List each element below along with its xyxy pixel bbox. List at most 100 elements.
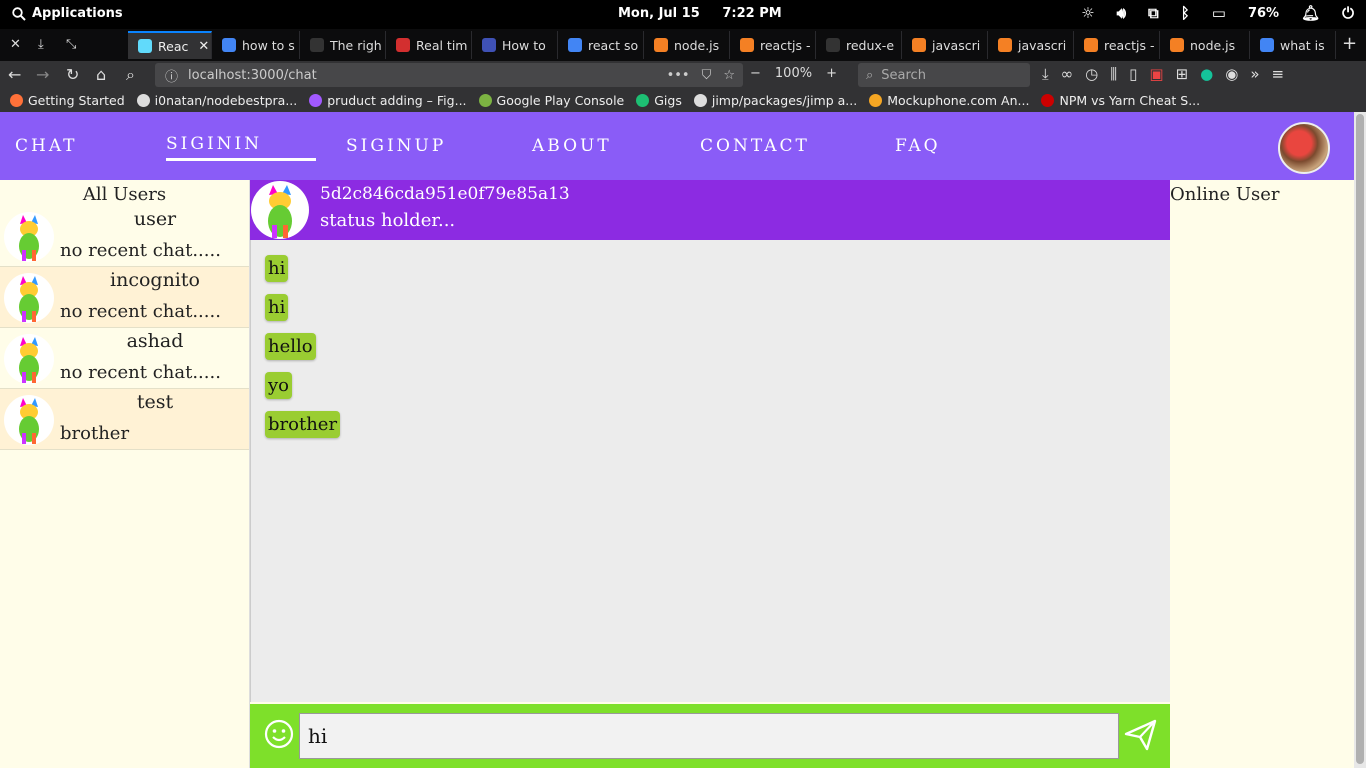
emoji-icon[interactable] bbox=[264, 719, 294, 749]
nav-signup[interactable]: SIGINUP bbox=[346, 136, 446, 156]
nav-about[interactable]: ABOUT bbox=[532, 136, 612, 156]
message-bubble: hi bbox=[265, 294, 289, 321]
sidebar-icon[interactable]: ▯ bbox=[1129, 65, 1137, 83]
nav-faq[interactable]: FAQ bbox=[895, 136, 941, 156]
downloads-icon[interactable]: ⤓ bbox=[1042, 65, 1049, 83]
battery-icon[interactable]: ▭ bbox=[1212, 4, 1226, 22]
overflow-chevron-icon[interactable]: » bbox=[1250, 65, 1259, 83]
home-icon[interactable]: ⌂ bbox=[96, 65, 106, 84]
browser-tab[interactable]: Reac ✕ bbox=[128, 31, 212, 59]
bookmark-item[interactable]: jimp/packages/jimp a... bbox=[693, 93, 857, 108]
browser-tab[interactable]: reactjs - bbox=[1074, 31, 1160, 59]
profile-avatar[interactable] bbox=[1278, 122, 1330, 174]
user-avatar bbox=[4, 212, 54, 262]
browser-tab[interactable]: redux-e bbox=[816, 31, 902, 59]
user-list-item[interactable]: user no recent chat..... bbox=[0, 206, 249, 267]
browser-tab[interactable]: Real tim bbox=[386, 31, 472, 59]
bookmark-item[interactable]: i0natan/nodebestpra... bbox=[136, 93, 297, 108]
tab-favicon bbox=[396, 38, 410, 52]
new-tab-button[interactable]: + bbox=[1342, 33, 1357, 54]
power-icon[interactable]: ⏻ bbox=[1342, 4, 1354, 22]
volume-icon[interactable]: 🔊︎ bbox=[1117, 4, 1126, 22]
user-list-item[interactable]: incognito no recent chat..... bbox=[0, 267, 249, 328]
user-name: incognito bbox=[110, 269, 200, 291]
page-actions-icon[interactable]: ••• bbox=[667, 68, 690, 83]
zoom-out-icon[interactable]: − bbox=[750, 66, 761, 81]
bookmark-item[interactable]: Gigs bbox=[636, 93, 682, 108]
browser-tab[interactable]: The righ bbox=[300, 31, 386, 59]
all-users-panel: All Users user no recent chat..... incogni… bbox=[0, 180, 250, 768]
all-users-title: All Users bbox=[82, 184, 167, 205]
browser-tab[interactable]: reactjs - bbox=[730, 31, 816, 59]
private-mask-icon[interactable]: ∞ bbox=[1061, 65, 1074, 83]
user-list-item[interactable]: ashad no recent chat..... bbox=[0, 328, 249, 389]
grammarly-icon[interactable]: ● bbox=[1200, 65, 1213, 83]
search-icon bbox=[12, 6, 26, 21]
scrollbar-thumb[interactable] bbox=[1356, 114, 1364, 764]
bookmark-favicon bbox=[693, 94, 707, 107]
browser-tab[interactable]: javascri bbox=[988, 31, 1074, 59]
address-bar[interactable]: ⓘ localhost:3000/chat ••• ⛉ ☆ bbox=[155, 63, 743, 87]
bookmark-item[interactable]: Getting Started bbox=[10, 93, 125, 108]
bookmark-item[interactable]: pruduct adding – Fig... bbox=[309, 93, 467, 108]
bookmark-favicon bbox=[10, 94, 23, 107]
extension-grid-icon[interactable]: ⊞ bbox=[1176, 65, 1189, 83]
restore-window-icon[interactable]: ⤡ bbox=[66, 37, 76, 52]
toolbar-icons: ⤓ ∞ ◷ ⫼ ▯ ▣ ⊞ ● ◉ » ≡ bbox=[1042, 65, 1284, 83]
bookmark-item[interactable]: NPM vs Yarn Cheat S... bbox=[1041, 93, 1200, 108]
library-icon[interactable]: ⫼ bbox=[1110, 65, 1117, 83]
nav-contact[interactable]: CONTACT bbox=[700, 136, 810, 156]
cat-avatar-icon bbox=[19, 215, 39, 261]
search-input[interactable]: ⌕ Search bbox=[858, 63, 1030, 87]
download-icon[interactable]: ⤓ bbox=[38, 37, 44, 52]
bookmark-item[interactable]: Mockuphone.com An... bbox=[869, 93, 1029, 108]
tab-title: reactjs - bbox=[760, 37, 811, 53]
info-icon[interactable]: ⓘ bbox=[165, 66, 178, 85]
pocket-icon[interactable]: ⛉ bbox=[702, 68, 712, 83]
send-icon[interactable] bbox=[1124, 718, 1158, 752]
page-scrollbar[interactable] bbox=[1354, 112, 1366, 768]
account-icon[interactable]: ◉ bbox=[1225, 65, 1238, 83]
bookmark-label: pruduct adding – Fig... bbox=[327, 93, 467, 108]
close-tab-icon[interactable]: ✕ bbox=[198, 39, 209, 54]
notification-bell-icon[interactable]: 🔔︎ bbox=[1301, 4, 1320, 22]
bookmark-favicon bbox=[478, 94, 492, 107]
browser-tab[interactable]: javascri bbox=[902, 31, 988, 59]
bluetooth-icon[interactable]: ᛒ bbox=[1181, 4, 1190, 22]
search-icon[interactable]: ⌕ bbox=[126, 65, 135, 85]
nav-signin[interactable]: SIGININ bbox=[166, 134, 317, 161]
close-window-icon[interactable]: ✕ bbox=[10, 37, 21, 52]
message-input[interactable] bbox=[299, 713, 1119, 759]
brightness-icon[interactable]: ☼ bbox=[1081, 4, 1094, 22]
applications-menu[interactable]: Applications bbox=[12, 6, 123, 21]
browser-tab[interactable]: node.js bbox=[644, 31, 730, 59]
browser-tab[interactable]: what is bbox=[1250, 31, 1336, 59]
user-list-item[interactable]: test brother bbox=[0, 389, 249, 450]
bookmark-star-icon[interactable]: ☆ bbox=[723, 68, 735, 83]
extension-red-icon[interactable]: ▣ bbox=[1149, 65, 1163, 83]
back-icon[interactable]: ← bbox=[8, 65, 21, 84]
forward-icon[interactable]: → bbox=[36, 65, 49, 84]
message-composer bbox=[250, 704, 1170, 768]
zoom-level[interactable]: 100% bbox=[775, 66, 812, 81]
zoom-in-icon[interactable]: + bbox=[826, 66, 837, 81]
nav-chat[interactable]: CHAT bbox=[15, 136, 78, 156]
tab-favicon bbox=[310, 38, 324, 52]
tab-title: javascri bbox=[1018, 37, 1067, 53]
browser-tab[interactable]: how to s bbox=[212, 31, 300, 59]
cat-avatar-icon bbox=[19, 398, 39, 444]
reload-icon[interactable]: ↻ bbox=[66, 65, 79, 84]
tab-title: Real tim bbox=[416, 37, 468, 53]
history-icon[interactable]: ◷ bbox=[1085, 65, 1098, 83]
clock[interactable]: Mon, Jul 15 7:22 PM bbox=[618, 6, 782, 21]
browser-tab[interactable]: react so bbox=[558, 31, 644, 59]
tab-title: How to bbox=[502, 37, 546, 53]
browser-tab[interactable]: node.js bbox=[1160, 31, 1250, 59]
online-users-panel: Online User bbox=[1170, 180, 1354, 768]
network-icon[interactable]: ⧉ bbox=[1148, 4, 1159, 22]
user-name: test bbox=[136, 391, 174, 413]
bookmark-item[interactable]: Google Play Console bbox=[478, 93, 624, 108]
tab-title: reactjs - bbox=[1104, 37, 1155, 53]
menu-icon[interactable]: ≡ bbox=[1272, 65, 1285, 83]
browser-tab[interactable]: How to bbox=[472, 31, 558, 59]
